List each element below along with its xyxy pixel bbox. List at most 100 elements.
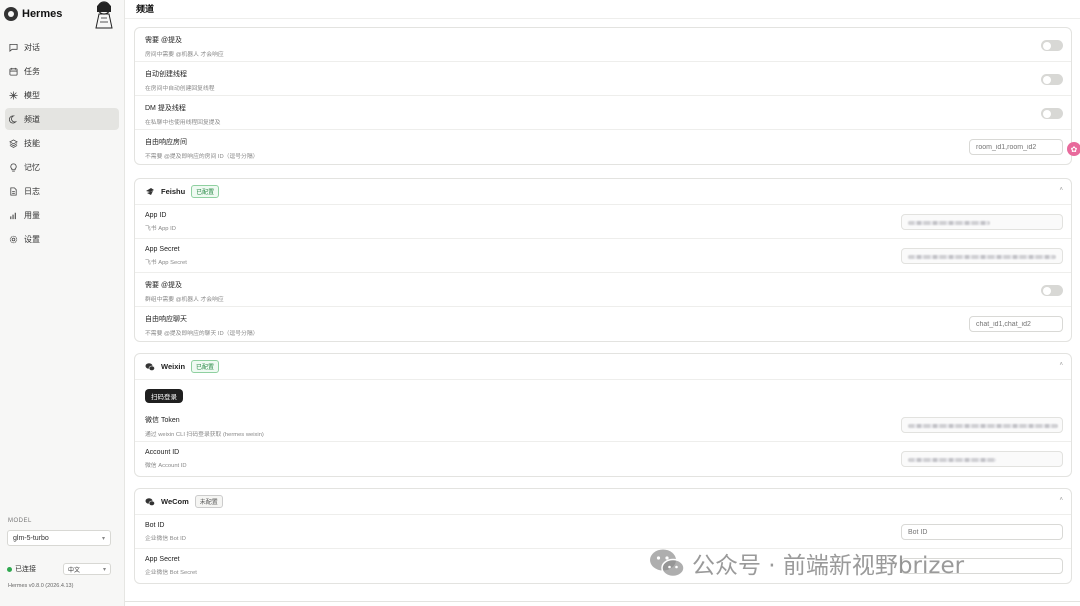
language-select[interactable]: 中文 ▾: [63, 563, 111, 575]
sidebar-nav: 对话 任务 模型 频道 技能 记忆 日志 用量 设置: [0, 36, 124, 250]
weixin-token-input[interactable]: [901, 417, 1063, 433]
setting-description: 不需要 @提及即响应的聊天 ID（逗号分隔）: [145, 331, 259, 337]
sidebar-item-settings[interactable]: 设置: [5, 228, 119, 250]
masked-value: [908, 255, 1056, 259]
model-select[interactable]: glm-5-turbo ▾: [7, 530, 111, 546]
setting-description: 在私聊中也使用线程回复提及: [145, 120, 221, 126]
setting-row: Bot ID 企业微信 Bot ID: [135, 515, 1071, 549]
status-badge: 已配置: [191, 185, 220, 198]
card-title: Weixin: [161, 362, 186, 371]
hermes-logo-icon: [4, 7, 18, 21]
sidebar-item-skills[interactable]: 技能: [5, 132, 119, 154]
setting-row: 需要 @提及 群组中需要 @机器人 才会响应: [135, 273, 1071, 307]
card-header-feishu[interactable]: Feishu 已配置 ˄: [135, 179, 1071, 205]
sidebar-item-usage[interactable]: 用量: [5, 204, 119, 226]
status-dot-icon: [7, 566, 12, 572]
auto-thread-toggle[interactable]: [1041, 74, 1063, 85]
setting-row: App ID 飞书 App ID: [135, 205, 1071, 239]
channel-card-rooms: 需要 @提及 房间中需要 @机器人 才会响应 自动创建线程 在房间中自动创建回复…: [134, 27, 1072, 165]
app-title: Hermes: [22, 8, 63, 20]
bot-id-input[interactable]: [901, 524, 1063, 540]
floating-assistant-icon[interactable]: ✿: [1067, 142, 1080, 156]
status-badge: 已配置: [191, 360, 220, 373]
chat-icon: [9, 43, 18, 52]
card-header-wecom[interactable]: WeCom 未配置 ˄: [135, 489, 1071, 515]
channel-card-weixin: Weixin 已配置 ˄ 扫码登录 微信 Token 通过 weixin CLI…: [134, 353, 1072, 477]
card-title: WeCom: [161, 497, 189, 506]
masked-value: [908, 458, 996, 462]
card-header-weixin[interactable]: Weixin 已配置 ˄: [135, 354, 1071, 380]
model-label: MODEL: [8, 518, 32, 524]
gear-icon: [9, 235, 18, 244]
chevron-down-icon: ▾: [101, 535, 105, 542]
sparkle-icon: [9, 90, 18, 100]
wechat-icon: [145, 362, 155, 372]
setting-row: 自动创建线程 在房间中自动创建回复线程: [135, 62, 1071, 96]
sidebar: Hermes 对话 任务 模型 频道 技能 记忆 日志 用量 设置 MODEL …: [0, 0, 125, 606]
moon-icon: [9, 114, 18, 124]
setting-row: 需要 @提及 房间中需要 @机器人 才会响应: [135, 28, 1071, 62]
setting-title: 需要 @提及: [145, 282, 183, 289]
setting-title: 需要 @提及: [145, 37, 183, 44]
app-secret-input[interactable]: [901, 248, 1063, 264]
sidebar-item-memory[interactable]: 记忆: [5, 156, 119, 178]
setting-row: Account ID 微信 Account ID: [135, 442, 1071, 476]
mascot-illustration-icon: [95, 1, 113, 29]
setting-title: 自由响应房间: [145, 139, 187, 146]
status-badge: 未配置: [194, 495, 223, 508]
account-id-input[interactable]: [901, 451, 1063, 467]
require-mention-toggle[interactable]: [1041, 285, 1063, 296]
wecom-icon: [145, 497, 155, 507]
connection-status: 已连接: [7, 564, 36, 574]
app-id-input[interactable]: [901, 214, 1063, 230]
sidebar-item-label: 对话: [24, 42, 40, 52]
bottom-divider: [125, 601, 1080, 602]
masked-value: [908, 424, 1058, 428]
watermark-text: 公众号 · 前端新视野brizer: [692, 553, 965, 579]
setting-description: 房间中需要 @机器人 才会响应: [145, 52, 224, 58]
sidebar-item-tasks[interactable]: 任务: [5, 60, 119, 82]
language-value: 中文: [68, 567, 81, 574]
free-response-chats-input[interactable]: [969, 316, 1063, 332]
setting-row: 自由响应房间 不需要 @提及即响应的房间 ID（逗号分隔）: [135, 130, 1071, 164]
setting-row: 自由响应聊天 不需要 @提及即响应的聊天 ID（逗号分隔）: [135, 307, 1071, 341]
layers-icon: [9, 138, 18, 148]
bar-chart-icon: [9, 211, 18, 220]
sidebar-item-label: 日志: [24, 186, 40, 196]
require-mention-toggle[interactable]: [1041, 40, 1063, 51]
sidebar-item-label: 频道: [24, 114, 40, 124]
calendar-icon: [9, 67, 18, 76]
chevron-up-icon[interactable]: ˄: [1059, 187, 1063, 193]
chevron-up-icon[interactable]: ˄: [1059, 362, 1063, 368]
sidebar-item-label: 模型: [24, 90, 40, 100]
sidebar-item-models[interactable]: 模型: [5, 84, 119, 106]
setting-row: 微信 Token 通过 weixin CLI 扫码登录获取 (hermes we…: [135, 408, 1071, 442]
card-title: Feishu: [161, 187, 186, 196]
channel-card-feishu: Feishu 已配置 ˄ App ID 飞书 App ID App Secret…: [134, 178, 1072, 342]
status-text: 已连接: [15, 566, 36, 573]
feishu-icon: [145, 187, 155, 197]
chevron-up-icon[interactable]: ˄: [1059, 497, 1063, 503]
setting-description: 不需要 @提及即响应的房间 ID（逗号分隔）: [145, 154, 259, 160]
wechat-watermark-icon: [650, 549, 685, 578]
setting-description: 在房间中自动创建回复线程: [145, 86, 215, 92]
setting-row: App Secret 飞书 App Secret: [135, 239, 1071, 273]
sidebar-item-chat[interactable]: 对话: [5, 36, 119, 58]
header-divider: [125, 18, 1080, 19]
setting-row: DM 提及线程 在私聊中也使用线程回复提及: [135, 96, 1071, 130]
sidebar-item-channels[interactable]: 频道: [5, 108, 119, 130]
dm-mention-thread-toggle[interactable]: [1041, 108, 1063, 119]
status-row: 已连接 中文 ▾: [7, 563, 111, 575]
setting-title: 自由响应聊天: [145, 316, 187, 323]
watermark: 公众号 · 前端新视野brizer: [648, 546, 964, 580]
sidebar-item-label: 任务: [24, 66, 40, 76]
qr-login-wrap: 扫码登录: [135, 380, 1071, 408]
sidebar-item-label: 技能: [24, 138, 40, 148]
sidebar-item-logs[interactable]: 日志: [5, 180, 119, 202]
qr-login-button[interactable]: 扫码登录: [145, 389, 183, 403]
bulb-icon: [9, 162, 18, 172]
version-text: Hermes v0.8.0 (2026.4.13): [8, 583, 74, 589]
setting-description: 群组中需要 @机器人 才会响应: [145, 297, 224, 303]
file-icon: [9, 186, 18, 196]
free-response-rooms-input[interactable]: [969, 139, 1063, 155]
